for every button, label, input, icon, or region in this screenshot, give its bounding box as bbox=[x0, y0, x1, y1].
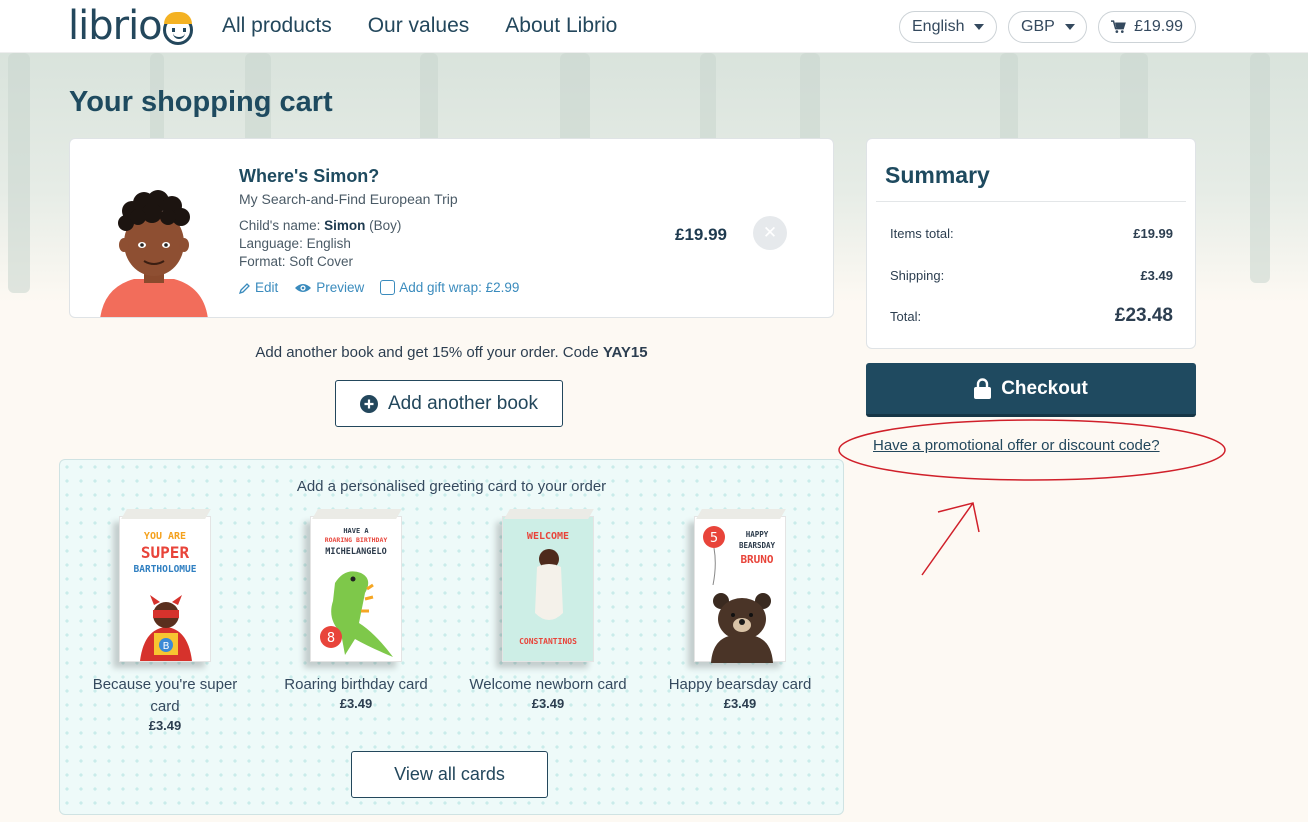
gift-wrap-checkbox[interactable] bbox=[380, 280, 396, 295]
cart-item-actions: Edit Preview Add gift wrap: £2.99 bbox=[239, 280, 519, 295]
greeting-cards-panel: Add a personalised greeting card to your… bbox=[59, 459, 844, 815]
card-art-line: MICHELANGELO bbox=[325, 547, 387, 557]
cart-item-card: Where's Simon? My Search-and-Find Europe… bbox=[69, 138, 834, 318]
card-name: Happy bearsday card bbox=[668, 676, 812, 693]
librio-logo[interactable]: librio bbox=[68, 2, 193, 50]
card-name: Because you're super card bbox=[92, 676, 238, 715]
order-summary: Summary Items total: £19.99 Shipping: £3… bbox=[866, 138, 1196, 349]
greeting-card-item[interactable]: HAVE A ROARING BIRTHDAY MICHELANGELO 8 R… bbox=[271, 516, 441, 711]
shopping-cart-icon bbox=[1111, 20, 1126, 33]
card-art-line: SUPER bbox=[140, 543, 190, 562]
book-subtitle: My Search-and-Find European Trip bbox=[239, 191, 458, 207]
card-price: £3.49 bbox=[723, 696, 757, 711]
child-name-value: Simon bbox=[324, 218, 366, 233]
items-total-row: Items total: £19.99 bbox=[890, 226, 1173, 241]
add-another-book-label: Add another book bbox=[387, 392, 538, 414]
lock-icon bbox=[974, 378, 992, 399]
card-art-line: YOU ARE bbox=[143, 531, 187, 542]
card-price: £3.49 bbox=[531, 696, 565, 711]
card-art-line: ROARING BIRTHDAY bbox=[324, 536, 388, 544]
upsell-message: Add another book and get 15% off your or… bbox=[0, 344, 903, 361]
remove-item-button[interactable]: ✕ bbox=[753, 216, 787, 250]
card-art-line: WELCOME bbox=[526, 531, 570, 542]
greeting-card-item[interactable]: 5 HAPPY BEARSDAY BRUNO Happy bearsday ca… bbox=[655, 516, 825, 711]
upsell-code: YAY15 bbox=[602, 344, 648, 361]
total-row: Total: £23.48 bbox=[890, 305, 1173, 327]
child-avatar-image bbox=[94, 179, 214, 317]
preview-link[interactable]: Preview bbox=[294, 280, 364, 295]
card-price: £3.49 bbox=[148, 718, 182, 733]
language-line: Language: English bbox=[239, 236, 351, 251]
promo-code-link[interactable]: Have a promotional offer or discount cod… bbox=[873, 437, 1160, 454]
page-title: Your shopping cart bbox=[69, 86, 333, 118]
super-card-image: YOU ARE SUPER BARTHOLOMUE B bbox=[119, 516, 211, 662]
bearsday-card-image: 5 HAPPY BEARSDAY BRUNO bbox=[694, 516, 786, 663]
upsell-text: Add another book and get 15% off your or… bbox=[255, 344, 599, 361]
greeting-card-item[interactable]: YOU ARE SUPER BARTHOLOMUE B Because you'… bbox=[80, 516, 250, 733]
shipping-value: £3.49 bbox=[1140, 268, 1173, 283]
language-selector[interactable]: English bbox=[899, 11, 997, 43]
greeting-card-item[interactable]: WELCOME CONSTANTINOS Welcome newborn car… bbox=[463, 516, 633, 711]
summary-divider bbox=[876, 201, 1186, 202]
checkout-label: Checkout bbox=[1001, 377, 1088, 399]
card-art-line: CONSTANTINOS bbox=[519, 637, 577, 646]
nav-about-librio[interactable]: About Librio bbox=[505, 14, 617, 38]
shipping-label: Shipping: bbox=[890, 268, 945, 283]
item-price: £19.99 bbox=[675, 225, 727, 244]
book-title: Where's Simon? bbox=[239, 166, 380, 186]
view-all-cards-button[interactable]: View all cards bbox=[351, 751, 548, 798]
pencil-icon bbox=[239, 282, 250, 294]
top-navigation-bar: librio All products Our values About Lib… bbox=[0, 0, 1308, 53]
currency-selector[interactable]: GBP bbox=[1008, 11, 1087, 43]
greeting-cards-title: Add a personalised greeting card to your… bbox=[296, 478, 607, 495]
card-name: Roaring birthday card bbox=[284, 676, 428, 693]
view-all-cards-label: View all cards bbox=[394, 764, 505, 784]
items-total-value: £19.99 bbox=[1133, 226, 1173, 241]
eye-icon bbox=[295, 283, 312, 292]
main-nav: All products Our values About Librio bbox=[222, 14, 617, 38]
roaring-card-image: HAVE A ROARING BIRTHDAY MICHELANGELO 8 bbox=[310, 516, 402, 662]
logo-text: librio bbox=[68, 3, 163, 49]
card-art-line: HAPPY bbox=[745, 530, 769, 539]
items-total-label: Items total: bbox=[890, 226, 954, 241]
format-line: Format: Soft Cover bbox=[239, 254, 354, 269]
currency-value: GBP bbox=[1021, 18, 1055, 35]
card-art-line: BARTHOLOMUE bbox=[133, 564, 197, 575]
logo-face-icon bbox=[162, 12, 193, 45]
preview-label: Preview bbox=[316, 280, 365, 295]
annotation-arrow bbox=[921, 502, 980, 576]
card-art-line: BEARSDAY bbox=[738, 541, 776, 550]
chevron-down-icon bbox=[974, 24, 985, 30]
cart-total: £19.99 bbox=[1134, 18, 1183, 35]
card-art-line: HAVE A bbox=[343, 527, 369, 535]
shipping-row: Shipping: £3.49 bbox=[890, 268, 1173, 283]
plus-circle-icon bbox=[359, 394, 378, 413]
add-another-book-button[interactable]: Add another book bbox=[335, 380, 563, 427]
gift-wrap-label: Add gift wrap: £2.99 bbox=[399, 280, 520, 295]
close-icon: ✕ bbox=[762, 223, 778, 242]
card-art-line: BRUNO bbox=[740, 553, 774, 566]
edit-label: Edit bbox=[255, 280, 279, 295]
edit-link[interactable]: Edit bbox=[239, 280, 278, 295]
svg-text:5: 5 bbox=[710, 531, 718, 546]
summary-title: Summary bbox=[885, 162, 990, 188]
nav-all-products[interactable]: All products bbox=[222, 14, 332, 38]
child-name-line: Child's name: Simon (Boy) bbox=[239, 218, 401, 233]
welcome-card-image: WELCOME CONSTANTINOS bbox=[502, 516, 594, 662]
total-label: Total: bbox=[890, 309, 922, 324]
nav-our-values[interactable]: Our values bbox=[368, 14, 470, 38]
svg-text:B: B bbox=[163, 641, 170, 652]
card-name: Welcome newborn card bbox=[469, 676, 627, 693]
gift-wrap-option[interactable]: Add gift wrap: £2.99 bbox=[380, 280, 519, 295]
checkout-button[interactable]: Checkout bbox=[866, 363, 1196, 417]
chevron-down-icon bbox=[1064, 24, 1075, 30]
card-price: £3.49 bbox=[339, 696, 373, 711]
language-value: English bbox=[912, 18, 965, 35]
svg-text:8: 8 bbox=[327, 631, 335, 646]
child-gender: (Boy) bbox=[369, 218, 402, 233]
total-value: £23.48 bbox=[1114, 305, 1173, 326]
cart-button[interactable]: £19.99 bbox=[1098, 11, 1196, 43]
child-name-label: Child's name: bbox=[239, 218, 321, 233]
